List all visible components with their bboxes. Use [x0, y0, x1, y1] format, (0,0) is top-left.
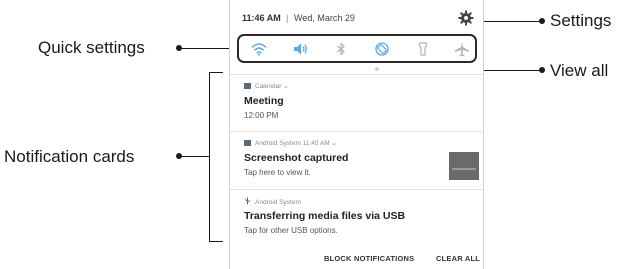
notification-card-usb[interactable]: Android System Transferring media files …	[230, 189, 483, 249]
status-bar: 11:46 AM | Wed, March 29	[230, 0, 483, 34]
wifi-icon[interactable]	[251, 41, 267, 57]
gallery-app-icon	[244, 140, 251, 146]
notification-app-name: Calendar ⌄	[255, 83, 289, 90]
notification-cards-bracket-vertical	[209, 72, 210, 242]
view-all-indicator[interactable]	[375, 67, 379, 71]
callout-quick-settings-line	[179, 48, 236, 49]
callout-view-all: View all	[550, 61, 609, 80]
status-separator: |	[286, 13, 289, 23]
clear-all-button[interactable]: CLEAR ALL	[436, 254, 480, 263]
notification-cards-bracket-bottom	[209, 241, 223, 242]
calendar-app-icon	[244, 83, 251, 89]
notification-card-screenshot[interactable]: Android System 11:45 AM ⌄ Screenshot cap…	[230, 131, 483, 190]
callout-notification-cards: Notification cards	[4, 147, 135, 166]
screenshot-thumbnail[interactable]	[449, 152, 479, 180]
quick-settings-row	[237, 34, 477, 63]
notification-body: 12:00 PM	[244, 111, 279, 120]
status-date: Wed, March 29	[294, 13, 355, 23]
callout-settings: Settings	[550, 11, 612, 30]
auto-rotate-icon[interactable]	[374, 41, 390, 57]
callout-settings-line	[476, 21, 542, 22]
notification-title: Meeting	[244, 95, 284, 107]
status-time: 11:46 AM	[242, 13, 281, 23]
notification-footer: BLOCK NOTIFICATIONS CLEAR ALL	[230, 248, 483, 269]
gear-icon[interactable]	[458, 10, 474, 26]
bluetooth-icon[interactable]	[333, 41, 349, 57]
notification-cards-bracket-top	[209, 72, 223, 73]
notification-app-name: Android System 11:45 AM ⌄	[255, 140, 337, 147]
notification-app-row: Android System 11:45 AM ⌄	[244, 139, 337, 147]
flashlight-icon[interactable]	[415, 41, 431, 57]
notification-panel: 11:46 AM | Wed, March 29 Calendar ⌄ Meet…	[229, 0, 484, 269]
callout-quick-settings: Quick settings	[38, 38, 145, 57]
notification-body: Tap here to view it.	[244, 168, 311, 177]
notification-app-row: Android System	[244, 197, 301, 206]
notification-app-name: Android System	[255, 199, 301, 206]
sound-icon[interactable]	[292, 41, 308, 57]
airplane-mode-icon[interactable]	[454, 41, 470, 57]
callout-notification-cards-line	[179, 156, 209, 157]
usb-icon	[244, 197, 251, 205]
notification-title: Transferring media files via USB	[244, 210, 406, 222]
block-notifications-button[interactable]: BLOCK NOTIFICATIONS	[324, 254, 414, 263]
notification-body: Tap for other USB options.	[244, 226, 338, 235]
notification-title: Screenshot captured	[244, 152, 349, 164]
notification-card-calendar[interactable]: Calendar ⌄ Meeting 12:00 PM	[230, 74, 483, 132]
notification-app-row: Calendar ⌄	[244, 82, 289, 90]
